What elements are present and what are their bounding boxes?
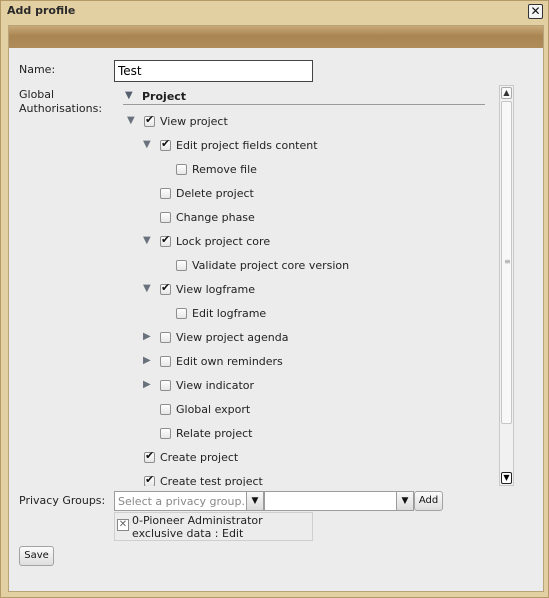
permission-label: Create project [160,451,239,464]
permission-label: View indicator [176,379,255,392]
permission-checkbox[interactable] [160,356,171,367]
close-icon[interactable]: ✕ [528,4,543,19]
expand-triangle-icon[interactable]: ▼ [143,283,155,294]
permission-label: View project agenda [176,331,289,344]
permission-checkbox[interactable] [160,428,171,439]
assigned-group-permission: exclusive data : Edit [132,527,244,540]
privacy-group-select[interactable]: Select a privacy group. ▼ [114,491,264,511]
grip-icon: ≡ [504,257,511,266]
scrollbar-thumb[interactable]: ≡ [501,101,512,424]
permission-label: Delete project [176,187,254,200]
permission-checkbox[interactable] [176,164,187,175]
panel-header-bar [9,26,543,48]
expand-triangle-icon[interactable]: ▼ [125,90,133,101]
permission-checkbox[interactable] [176,308,187,319]
permission-checkbox[interactable] [144,449,155,463]
permission-checkbox[interactable] [160,137,171,151]
global-auth-label-line1: Global [19,88,55,101]
privacy-select-placeholder: Select a privacy group. [118,495,245,508]
permission-label: Remove file [192,163,257,176]
permission-checkbox[interactable] [160,188,171,199]
permission-checkbox[interactable] [160,212,171,223]
permission-label: Relate project [176,427,253,440]
permission-label: Validate project core version [192,259,350,272]
name-input[interactable] [114,60,313,82]
collapse-triangle-icon[interactable]: ▶ [143,331,155,342]
scroll-up-icon[interactable]: ▲ [501,87,512,99]
expand-triangle-icon[interactable]: ▼ [127,115,139,126]
assigned-privacy-group: ✕ 0-Pioneer Administrator exclusive data… [114,512,313,541]
permission-checkbox[interactable] [160,332,171,343]
privacy-right-select[interactable]: ▼ [264,491,414,511]
permission-label: Edit own reminders [176,355,283,368]
permission-label: View logframe [176,283,255,296]
tree-section-header[interactable]: ▼ Project [123,90,485,105]
collapse-triangle-icon[interactable]: ▶ [143,355,155,366]
permission-checkbox[interactable] [160,281,171,295]
permission-label: View project [160,115,228,128]
permission-checkbox[interactable] [144,473,155,486]
permission-checkbox[interactable] [160,233,171,247]
assigned-group-name: 0-Pioneer Administrator [132,514,263,527]
scroll-down-icon[interactable]: ▼ [501,472,512,484]
add-profile-window: Add profile ✕ Name: Global Authorisation… [0,0,549,598]
global-auth-label-line2: Authorisations: [19,102,103,115]
tree-section-title: Project [142,90,187,103]
name-label: Name: [19,63,56,76]
permission-label: Change phase [176,211,255,224]
permission-label: Create test project [160,475,263,486]
tree-scrollbar[interactable]: ▲ ≡ ▼ [499,85,514,486]
permission-checkbox[interactable] [160,380,171,391]
window-titlebar: Add profile ✕ [1,1,548,23]
chevron-down-icon[interactable]: ▼ [396,492,413,510]
permission-checkbox[interactable] [144,113,155,127]
permission-label: Lock project core [176,235,271,248]
privacy-groups-label: Privacy Groups: [19,494,106,507]
permission-label: Global export [176,403,251,416]
permission-checkbox[interactable] [176,260,187,271]
remove-icon[interactable]: ✕ [117,519,129,531]
collapse-triangle-icon[interactable]: ▶ [143,379,155,390]
permission-label: Edit project fields content [176,139,318,152]
authorisations-tree: ▼ Project ▼ View project ▼ Edit project fie… [115,85,515,486]
expand-triangle-icon[interactable]: ▼ [143,139,155,150]
permission-label: Edit logframe [192,307,267,320]
expand-triangle-icon[interactable]: ▼ [143,235,155,246]
chevron-down-icon[interactable]: ▼ [246,492,263,510]
profile-panel: Name: Global Authorisations: ▼ Project ▼… [8,25,544,592]
permission-checkbox[interactable] [160,404,171,415]
add-button[interactable]: Add [414,491,443,511]
save-button[interactable]: Save [19,546,54,566]
window-title: Add profile [7,4,76,17]
